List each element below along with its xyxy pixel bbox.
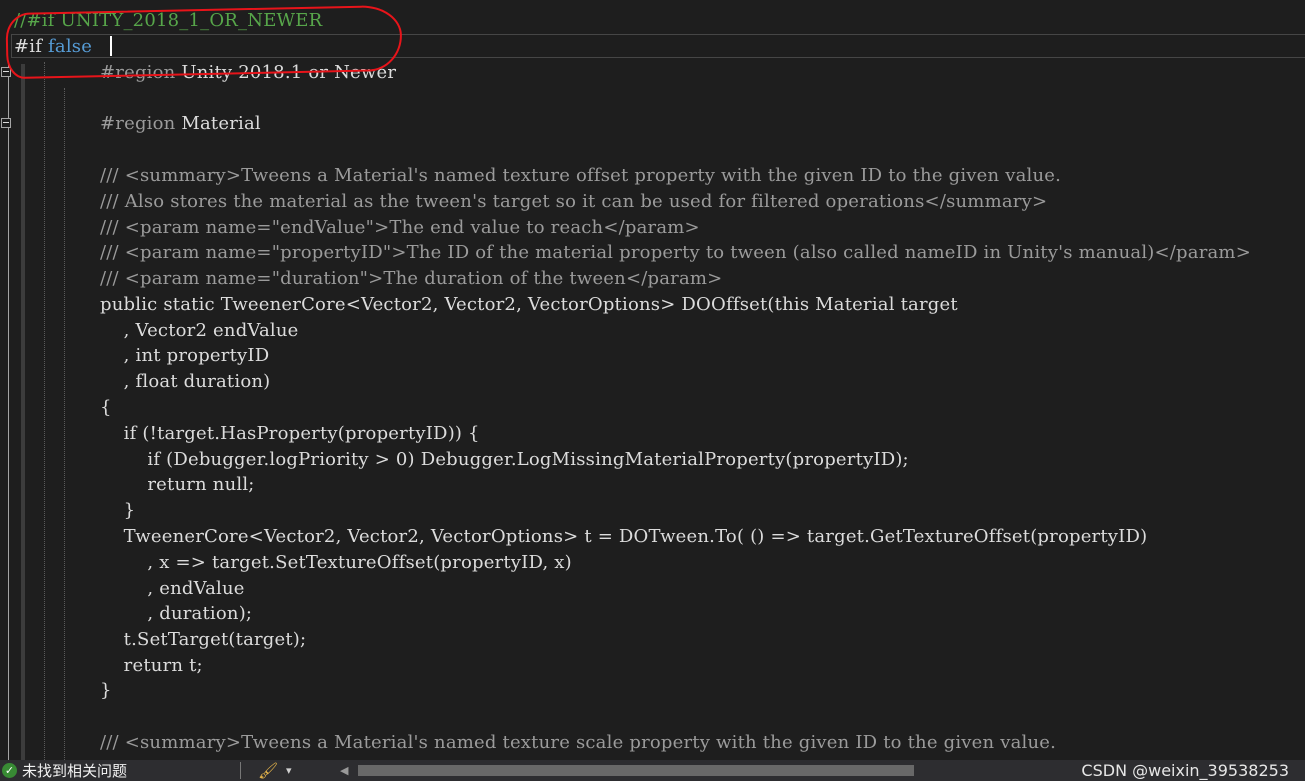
status-divider (240, 762, 241, 779)
code-cleanup-icon[interactable]: 🖌 (258, 761, 278, 780)
code-line[interactable]: /// <param name="propertyID">The ID of t… (100, 240, 1251, 265)
scroll-left-icon[interactable]: ◀ (340, 760, 348, 781)
code-line[interactable]: /// <summary>Tweens a Material's named t… (100, 730, 1056, 755)
code-line[interactable]: , Vector2 endValue (100, 318, 299, 343)
code-line[interactable]: } (100, 498, 135, 523)
code-line[interactable]: #region Material (100, 111, 261, 136)
indent-guide (44, 62, 45, 760)
code-line[interactable]: /// <summary>Tweens a Material's named t… (100, 163, 1061, 188)
code-line[interactable]: if (!target.HasProperty(propertyID)) { (100, 421, 480, 446)
horizontal-scrollbar-thumb[interactable] (358, 765, 914, 776)
red-circle-annotation (5, 4, 403, 80)
code-line[interactable]: /// <param name="duration">The duration … (100, 266, 722, 291)
code-line[interactable]: , duration); (100, 601, 252, 626)
code-line[interactable]: return t; (100, 653, 203, 678)
code-editor[interactable]: //#if UNITY_2018_1_OR_NEWER #if false #r… (0, 0, 1305, 760)
directive-token: #region (100, 113, 176, 134)
code-line[interactable]: /// Also stores the material as the twee… (100, 189, 1047, 214)
chevron-down-icon[interactable]: ▾ (286, 760, 292, 781)
code-line[interactable]: { (100, 395, 112, 420)
watermark: CSDN @weixin_39538253 (1081, 761, 1289, 780)
region-name: Material (181, 113, 261, 134)
code-line[interactable]: , endValue (100, 576, 245, 601)
change-tracking-margin (21, 64, 25, 760)
collapse-region-icon[interactable] (1, 118, 11, 128)
code-line[interactable]: t.SetTarget(target); (100, 627, 306, 652)
code-line[interactable]: if (Debugger.logPriority > 0) Debugger.L… (100, 447, 909, 472)
code-line[interactable]: public static TweenerCore<Vector2, Vecto… (100, 292, 958, 317)
issues-status[interactable]: 未找到相关问题 (22, 761, 127, 781)
indent-guide (64, 88, 65, 760)
check-icon: ✓ (2, 763, 17, 778)
code-line[interactable]: , x => target.SetTextureOffset(propertyI… (100, 550, 572, 575)
code-line[interactable]: } (100, 678, 112, 703)
code-line[interactable]: , int propertyID (100, 343, 269, 368)
code-line[interactable]: /// <param name="endValue">The end value… (100, 215, 700, 240)
code-line[interactable]: return null; (100, 472, 255, 497)
code-line[interactable]: , float duration) (100, 369, 271, 394)
code-line[interactable]: TweenerCore<Vector2, Vector2, VectorOpti… (100, 524, 1147, 549)
status-bar: ✓ 未找到相关问题 🖌 ▾ ◀ CSDN @weixin_39538253 (0, 760, 1305, 781)
outlining-margin (8, 64, 9, 760)
